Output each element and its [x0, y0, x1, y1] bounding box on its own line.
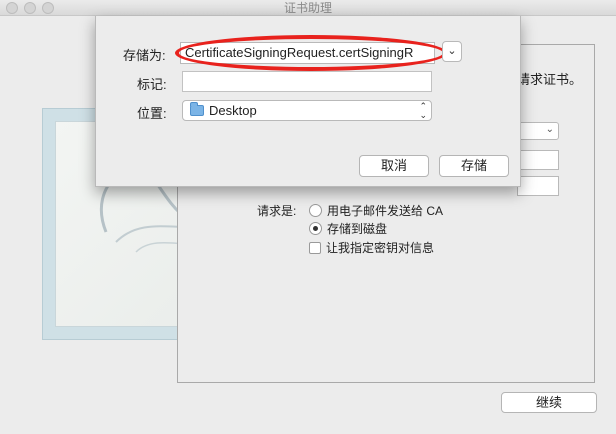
location-value: Desktop	[209, 103, 257, 118]
save-as-label: 存储为:	[123, 48, 166, 63]
continue-button[interactable]: 继续	[501, 392, 597, 413]
window-title: 证书助理	[283, 1, 332, 15]
radio-button[interactable]	[309, 222, 322, 235]
ca-email-field-partial[interactable]	[517, 176, 559, 196]
updown-arrows-icon: ⌃ ⌄	[419, 101, 427, 120]
ca-selector-partial[interactable]: ⌄	[517, 122, 559, 140]
instruction-text-tail: 请求证书。	[517, 72, 583, 87]
request-is-label: 请求是:	[257, 204, 297, 218]
highlight-annotation	[175, 35, 447, 71]
location-select[interactable]: Desktop ⌃ ⌄	[182, 100, 432, 121]
user-email-field-partial[interactable]	[517, 150, 559, 170]
save-button[interactable]: 存储	[439, 155, 509, 177]
title-bar: 证书助理	[0, 0, 616, 16]
checkbox[interactable]	[309, 241, 321, 254]
certificate-assistant-window: 证书助理 请求证书。 ⌄ 请求是: 用电子邮件发送给 CA 存储到磁盘 让我指定…	[0, 0, 616, 434]
option-label: 存储到磁盘	[327, 222, 388, 236]
option-save-to-disk[interactable]: 存储到磁盘	[309, 220, 387, 237]
chevron-down-icon: ⌄	[545, 124, 554, 135]
folder-icon	[190, 102, 204, 116]
custom-key-pair-option[interactable]: 让我指定密钥对信息	[309, 239, 434, 256]
where-label: 位置:	[137, 106, 167, 121]
cancel-button[interactable]: 取消	[359, 155, 429, 177]
option-label: 用电子邮件发送给 CA	[327, 204, 444, 218]
option-email-ca[interactable]: 用电子邮件发送给 CA	[309, 202, 443, 219]
checkbox-label: 让我指定密钥对信息	[326, 241, 435, 255]
save-sheet: 存储为: CertificateSigningRequest.certSigni…	[95, 16, 521, 187]
radio-button[interactable]	[309, 204, 322, 217]
tags-label: 标记:	[137, 77, 167, 92]
tags-input[interactable]	[182, 71, 432, 92]
expand-dialog-button[interactable]: ⌄	[442, 41, 462, 62]
chevron-down-icon: ⌄	[447, 45, 457, 57]
